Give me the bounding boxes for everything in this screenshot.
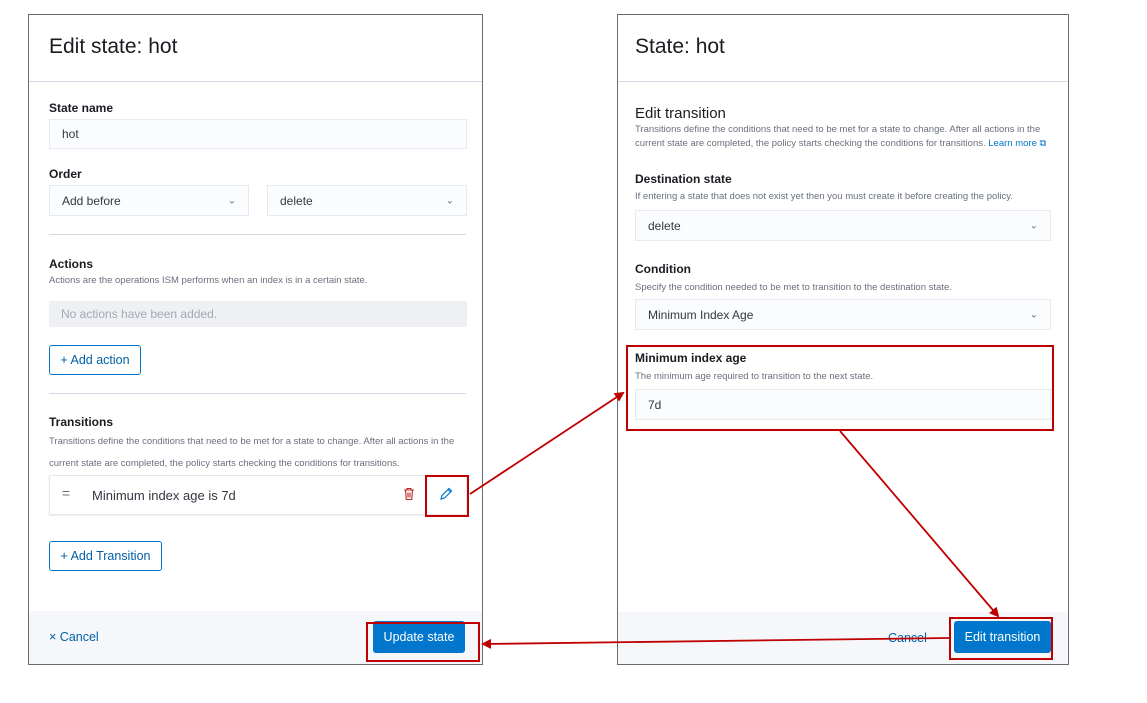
arrow-pencil-to-min-age [469,391,625,495]
chevron-down-icon: ⌄ [1029,220,1038,231]
transitions-help: Transitions define the conditions that n… [49,436,455,469]
drag-handle-icon[interactable]: = [62,485,70,501]
actions-empty-message: No actions have been added. [49,301,467,327]
destination-select[interactable]: delete ⌄ [635,210,1051,241]
actions-label: Actions [49,257,94,271]
edit-transition-button[interactable]: Edit transition [954,621,1051,653]
transition-item-text: Minimum index age is 7d [92,488,236,503]
min-age-value: 7d [648,397,662,412]
state-name-label: State name [49,101,114,115]
divider [618,81,1068,82]
transition-item: = Minimum index age is 7d [49,475,467,515]
order-label: Order [49,167,82,181]
state-name-value: hot [62,127,79,141]
edit-transition-heading: Edit transition [635,105,726,122]
divider [49,393,466,394]
min-age-label: Minimum index age [635,351,747,365]
destination-value: delete [648,218,681,233]
condition-help: Specify the condition needed to be met t… [635,282,952,293]
chevron-down-icon: ⌄ [445,195,454,206]
panel-title: Edit state: hot [49,35,178,58]
trash-icon[interactable] [401,486,417,502]
update-state-button[interactable]: Update state [373,621,465,653]
external-link-icon: ⧉ [1039,138,1047,149]
learn-more-text: Learn more [988,138,1037,149]
close-icon: × [49,630,57,644]
actions-help: Actions are the operations ISM performs … [49,275,368,286]
min-age-input[interactable]: 7d [635,389,1051,420]
cancel-label: Cancel [59,630,99,644]
transitions-label: Transitions [49,415,114,429]
condition-select[interactable]: Minimum Index Age ⌄ [635,299,1051,330]
chevron-down-icon: ⌄ [1029,309,1038,320]
min-age-help: The minimum age required to transition t… [635,371,874,382]
edit-transition-help: Transitions define the conditions that n… [635,123,1051,151]
edit-state-panel: Edit state: hot State name hot Order Add… [28,14,483,665]
order-target-select[interactable]: delete ⌄ [267,185,467,216]
divider [49,234,466,235]
condition-label: Condition [635,262,691,276]
destination-label: Destination state [635,172,732,186]
state-panel: State: hot Edit transition Transitions d… [617,14,1069,665]
pencil-icon[interactable] [438,486,454,502]
flyout-footer: Cancel Edit transition [618,612,1068,664]
learn-more-link[interactable]: Learn more ⧉ [988,138,1046,149]
condition-value: Minimum Index Age [648,307,754,322]
cancel-button[interactable]: × Cancel [49,630,99,644]
add-transition-button[interactable]: + Add Transition [49,541,162,571]
panel-title: State: hot [635,35,725,58]
order-position-value: Add before [62,193,121,208]
add-action-button[interactable]: + Add action [49,345,141,375]
order-target-value: delete [280,193,313,208]
divider [29,81,482,82]
cancel-button[interactable]: Cancel [888,631,927,645]
state-name-input[interactable]: hot [49,119,467,149]
flyout-footer: × Cancel Update state [29,611,482,664]
edit-transition-help-text: Transitions define the conditions that n… [635,124,1041,149]
chevron-down-icon: ⌄ [227,195,236,206]
order-position-select[interactable]: Add before ⌄ [49,185,249,216]
actions-empty-text: No actions have been added. [61,307,218,321]
destination-help: If entering a state that does not exist … [635,191,1013,202]
